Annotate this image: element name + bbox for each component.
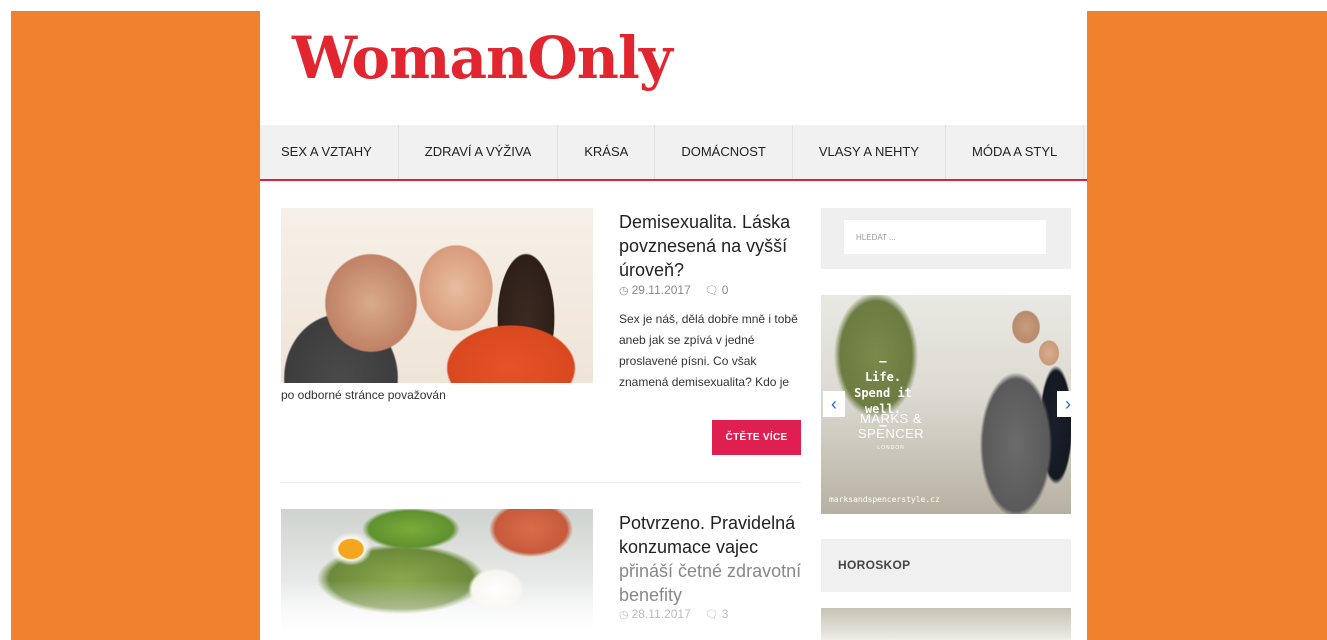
article-divider [281, 482, 801, 483]
article-excerpt-tail: po odborné stránce považován [281, 388, 446, 402]
chevron-left-icon[interactable]: ‹ [823, 391, 845, 417]
ad-brand: MARKS & SPENCER [857, 411, 925, 441]
clock-icon: ◷ [619, 609, 629, 621]
article-title[interactable]: Potvrzeno. Pravidelná konzumace vajec př… [619, 511, 809, 607]
article-image[interactable] [281, 208, 593, 383]
couple-photo [281, 208, 593, 383]
nav-item-moda-a-styl[interactable]: MÓDA A STYL [946, 125, 1085, 179]
article-date: 28.11.2017 [631, 607, 691, 621]
horoscope-image[interactable] [821, 608, 1071, 640]
article-title-fade: přináší četné zdravotní benefity [619, 561, 802, 605]
horoscope-widget: HOROSKOP [821, 539, 1071, 592]
article-date: 29.11.2017 [631, 283, 691, 297]
nav-item-vlasy-a-nehty[interactable]: VLASY A NEHTY [793, 125, 947, 179]
nav-item-krasa[interactable]: KRÁSA [558, 125, 656, 179]
main-nav: SEX A VZTAHY ZDRAVÍ A VÝŽIVA KRÁSA DOMÁC… [260, 125, 1087, 181]
read-more-button[interactable]: ČTĚTE VÍCE [712, 420, 801, 455]
comment-icon: 🗨 [704, 285, 719, 297]
article-title[interactable]: Demisexualita. Láska povznesená na vyšší… [619, 210, 809, 282]
site-logo[interactable]: WomanOnly [292, 15, 673, 101]
nav-item-domacnost[interactable]: DOMÁCNOST [655, 125, 793, 179]
ad-banner[interactable]: — Life. Spend it well. — MARKS & SPENCER… [821, 295, 1071, 514]
nav-item-sex-a-vztahy[interactable]: SEX A VZTAHY [260, 125, 399, 179]
article-meta: ◷ 29.11.2017 🗨 0 [619, 283, 728, 297]
search-input[interactable] [844, 220, 1046, 254]
ad-brand-sub: LONDON [877, 445, 905, 451]
ad-photo [941, 295, 1071, 514]
comment-count[interactable]: 3 [722, 607, 729, 621]
article-image[interactable] [281, 509, 593, 640]
search-widget [821, 208, 1071, 269]
nav-item-zdravi-a-vyziva[interactable]: ZDRAVÍ A VÝŽIVA [399, 125, 559, 179]
page-content: WomanOnly SEX A VZTAHY ZDRAVÍ A VÝŽIVA K… [260, 11, 1087, 640]
clock-icon: ◷ [619, 285, 629, 297]
ad-url: marksandspencerstyle.cz [829, 495, 940, 504]
chevron-right-icon[interactable]: › [1057, 391, 1071, 417]
horoscope-title: HOROSKOP [838, 558, 911, 572]
article-title-main: Potvrzeno. Pravidelná konzumace vajec [619, 513, 796, 557]
article-meta: ◷ 28.11.2017 🗨 3 [619, 607, 728, 621]
article-excerpt: Sex je náš, dělá dobře mně i tobě aneb j… [619, 312, 798, 389]
comment-icon: 🗨 [704, 609, 719, 621]
comment-count[interactable]: 0 [722, 283, 729, 297]
